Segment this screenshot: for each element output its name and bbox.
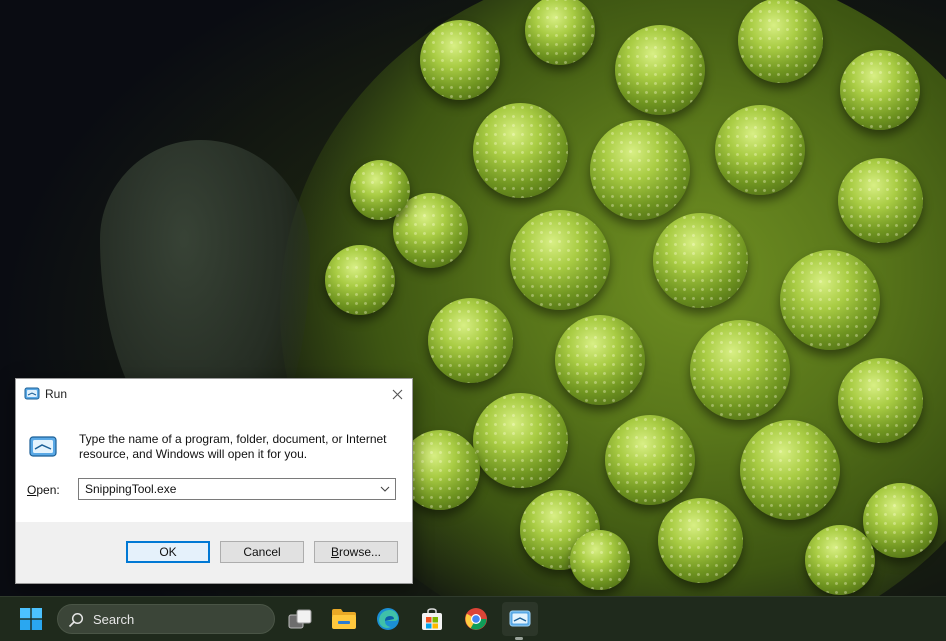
dialog-body: Type the name of a program, folder, docu… [16,410,412,522]
wallpaper-floret [837,157,923,243]
browse-button[interactable]: Browse... [314,541,398,563]
wallpaper-floret [510,210,610,310]
open-label-accelerator: O [27,483,37,497]
search-icon [68,612,84,628]
start-button[interactable] [13,602,49,636]
wallpaper-floret [862,482,938,558]
folder-icon [332,609,356,629]
close-icon [392,389,402,400]
wallpaper-floret [837,357,923,443]
open-input[interactable] [79,479,375,499]
windows-logo-icon [20,608,42,630]
wallpaper-floret [840,50,920,130]
wallpaper-floret [615,25,705,115]
chevron-down-icon [380,486,390,492]
task-view-icon [288,609,312,629]
microsoft-store-button[interactable] [414,602,450,636]
run-dialog: Run Type the name of a program, folder, … [15,378,413,584]
browse-accelerator: B [330,545,339,559]
open-combobox[interactable] [78,478,396,500]
run-icon [24,387,40,400]
edge-button[interactable] [370,602,406,636]
open-label-text: pen: [36,483,60,497]
chrome-button[interactable] [458,602,494,636]
wallpaper-floret [472,102,568,198]
wallpaper-floret [805,525,875,595]
wallpaper-floret [472,392,568,488]
wallpaper-floret [690,320,790,420]
wallpaper-floret [590,120,690,220]
wallpaper-floret [570,530,630,590]
wallpaper-floret [325,245,395,315]
browse-label: rowse... [339,545,382,559]
wallpaper-floret [555,315,645,405]
wallpaper-floret [737,0,823,83]
wallpaper-floret [652,212,748,308]
chrome-icon [465,608,487,630]
store-icon [422,608,442,630]
file-explorer-button[interactable] [326,602,362,636]
title-bar[interactable]: Run [16,379,412,410]
search-placeholder: Search [93,612,135,627]
ok-button[interactable]: OK [126,541,210,563]
cancel-button[interactable]: Cancel [220,541,304,563]
wallpaper-floret [427,297,513,383]
open-label: Open: [27,483,60,497]
wallpaper-floret [657,497,743,583]
wallpaper-floret [740,420,840,520]
wallpaper-floret [350,160,410,220]
wallpaper-floret [605,415,695,505]
taskbar: Search [0,596,946,641]
dialog-description: Type the name of a program, folder, docu… [79,432,387,461]
taskbar-search[interactable]: Search [57,604,275,634]
task-view-button[interactable] [282,602,318,636]
edge-icon [377,608,399,630]
run-taskbar-button[interactable] [502,602,538,636]
wallpaper-floret [780,250,880,350]
wallpaper-floret [420,20,500,100]
wallpaper-floret [715,105,805,195]
close-button[interactable] [382,379,412,410]
run-icon [29,436,57,457]
open-dropdown-button[interactable] [375,479,395,499]
run-icon [509,610,531,627]
dialog-title: Run [45,387,68,401]
